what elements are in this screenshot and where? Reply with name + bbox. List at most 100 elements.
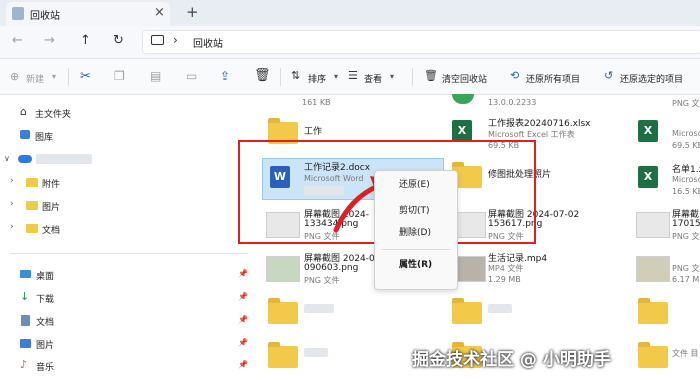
sidebar-item-attachments[interactable]: › 附件 [0,173,250,193]
excel-icon[interactable]: X [452,120,472,142]
pictures-icon [20,339,31,348]
quick-access-downloads[interactable]: ↓ 下载 📌 [0,288,250,308]
breadcrumb-recycle-bin[interactable]: 回收站 [193,35,223,50]
folder-icon[interactable] [638,298,668,324]
sidebar-item-pictures[interactable]: › 图片 [0,196,250,216]
sidebar-item-label: 图片 [42,203,61,213]
quick-access-documents[interactable]: 文档 📌 [0,311,250,331]
separator [68,68,69,86]
empty-bin-icon: 🗑 [424,69,438,82]
empty-recycle-bin-button[interactable]: 清空回收站 [442,72,487,85]
add-tab-icon[interactable]: + [186,3,199,21]
chevron-right-icon[interactable]: › [10,199,14,209]
new-button[interactable]: 新建 [26,72,44,85]
menu-item-restore[interactable]: 还原(E) [381,175,451,195]
image-thumbnail[interactable] [266,256,300,282]
sidebar-item-home[interactable]: ⌂ 主文件夹 [0,103,250,123]
pin-icon[interactable]: 📌 [238,292,248,301]
share-icon[interactable]: ⇪ [220,69,230,83]
menu-item-properties[interactable]: 属性(R) [381,255,451,275]
rename-icon[interactable]: ▭ [186,69,197,83]
excel-icon[interactable]: X [638,166,658,188]
pin-icon[interactable]: 📌 [238,338,248,347]
file-name[interactable]: 工作报表20240716.xlsx [488,116,591,129]
new-icon: ⊕ [10,70,20,83]
file-type: Microsoft Excel 工作表 [488,130,575,139]
restore-selected-icon: ↺ [604,69,614,82]
sidebar-item-gallery[interactable]: 图库 [0,126,250,146]
image-thumbnail[interactable] [636,212,670,238]
folder-icon[interactable] [268,298,298,324]
menu-separator [381,249,451,250]
file-size: 69.5 KB [672,141,700,150]
file-name-blurred [304,348,328,357]
file-name[interactable]: 名单1.x [672,162,700,175]
back-arrow-icon[interactable]: ← [12,33,23,48]
file-size: 6.17 MB [672,275,700,284]
context-menu: 还原(E) 剪切(T) 删除(D) 属性(R) [374,170,458,290]
copy-icon[interactable]: ❐ [114,69,125,83]
address-bar[interactable]: › 回收站 [142,30,700,54]
file-name[interactable]: 工作 [304,124,322,137]
new-dropdown-icon[interactable]: ▾ [52,72,56,81]
pin-icon[interactable]: 📌 [238,315,248,324]
download-icon: ↓ [20,290,30,303]
sidebar-item-documents[interactable]: › 文档 [0,219,250,239]
quick-access-desktop[interactable]: 桌面 📌 [0,265,250,285]
restore-all-icon: ⟲ [510,69,520,82]
image-thumbnail[interactable] [636,256,670,282]
menu-item-delete[interactable]: 删除(D) [381,223,451,243]
sidebar-item-label: 图库 [35,133,54,143]
chevron-right-icon[interactable]: › [10,176,14,186]
tab-title: 回收站 [30,11,60,22]
restore-all-button[interactable]: 还原所有项目 [526,72,580,85]
quick-access-pictures[interactable]: 图片 📌 [0,334,250,354]
file-size: 16.5 KB [672,187,700,196]
tab-recycle-bin[interactable]: 回收站 × [6,2,170,26]
desktop-icon [20,270,31,278]
pin-icon[interactable]: 📌 [238,269,248,278]
sidebar-item-onedrive[interactable]: ∨ [0,150,250,170]
separator [280,68,281,86]
folder-icon [26,224,38,233]
sidebar-item-label: 音乐 [36,363,55,373]
folder-icon [26,178,38,187]
sidebar-item-label: 图片 [36,341,55,351]
excel-icon[interactable]: X [638,120,658,142]
file-type: PNG 文 [672,232,700,241]
view-dropdown-icon[interactable]: ▾ [390,72,394,81]
folder-icon[interactable] [268,342,298,368]
file-type: 文件 目 [672,349,699,358]
file-type: PNG 文件 [672,99,700,108]
refresh-icon[interactable]: ↻ [113,33,124,48]
music-icon: ♪ [20,358,28,371]
pin-icon[interactable]: 📌 [238,360,248,369]
sort-button[interactable]: 排序 [308,72,326,85]
file-type: PNG 文件 [304,276,340,285]
delete-icon[interactable]: 🗑 [254,68,271,83]
file-name-cont: 170155 [672,219,700,229]
folder-icon[interactable] [638,342,668,368]
home-icon: ⌂ [20,105,27,118]
chevron-right-icon[interactable]: › [10,222,14,232]
file-name-cont: 090603.png [304,263,359,273]
file-type: Microsoft [672,175,700,184]
view-button[interactable]: 查看 [364,72,382,85]
sort-dropdown-icon[interactable]: ▾ [334,72,338,81]
cut-icon[interactable]: ✂ [80,69,91,84]
close-tab-icon[interactable]: × [154,5,165,20]
file-type: PNG 文 [672,264,700,273]
quick-access-music[interactable]: ♪ 音乐 📌 [0,356,250,376]
breadcrumb-separator: › [173,33,178,47]
forward-arrow-icon[interactable]: → [44,33,55,48]
restore-selected-button[interactable]: 还原选定的项目 [620,72,683,85]
app-icon [452,94,474,104]
watermark-text: 掘金技术社区 @ 小明助手 [412,350,611,370]
folder-icon[interactable] [452,298,482,324]
up-arrow-icon[interactable]: ↑ [80,33,91,48]
menu-item-cut[interactable]: 剪切(T) [381,201,451,221]
chevron-down-icon[interactable]: ∨ [4,154,10,163]
sort-icon: ⇅ [291,69,301,82]
paste-icon[interactable]: ▤ [150,69,161,83]
file-size: 1.29 MB [488,275,521,284]
